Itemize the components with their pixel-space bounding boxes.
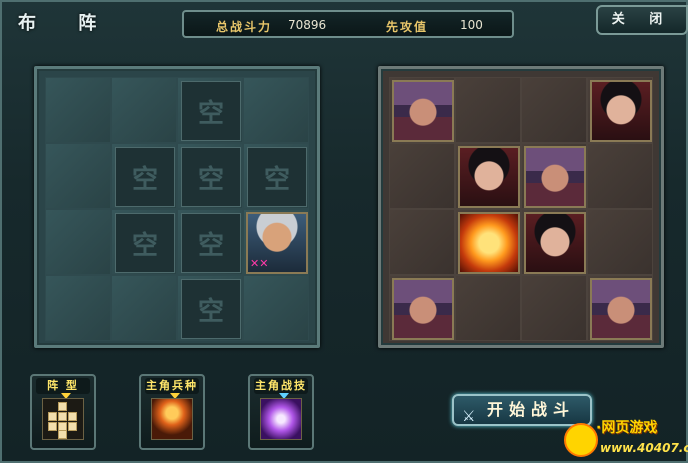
initiative-label: 先攻值 bbox=[386, 20, 429, 34]
empty-slot[interactable]: 空 bbox=[247, 147, 307, 207]
grid-cell[interactable]: 空 bbox=[177, 143, 243, 209]
grid-cell bbox=[521, 209, 587, 275]
grid-cell bbox=[243, 275, 309, 341]
grid-cell bbox=[455, 77, 521, 143]
grid-cell bbox=[111, 77, 177, 143]
hero-badge: ✕✕ bbox=[250, 257, 269, 270]
grid-cell bbox=[587, 77, 653, 143]
fire-demon-portrait bbox=[458, 212, 520, 274]
grid-cell bbox=[45, 275, 111, 341]
grid-cell bbox=[389, 275, 455, 341]
logo-line1: ·网页游戏 bbox=[596, 420, 658, 436]
grid-cell bbox=[389, 77, 455, 143]
masked-warrior-portrait bbox=[392, 80, 454, 142]
empty-slot[interactable]: 空 bbox=[181, 213, 241, 273]
logo-line2: www.40407.com bbox=[600, 441, 688, 455]
grid-cell[interactable]: 空 bbox=[177, 209, 243, 275]
hero-skill-button[interactable]: 主角战技 bbox=[248, 374, 314, 450]
empty-slot[interactable]: 空 bbox=[181, 81, 241, 141]
grid-cell bbox=[111, 275, 177, 341]
masked-warrior-portrait bbox=[524, 146, 586, 208]
formation-type-button[interactable]: 阵 型 bbox=[30, 374, 96, 450]
masked-girl-portrait bbox=[458, 146, 520, 208]
enemy-formation-grid bbox=[389, 77, 653, 341]
grid-cell bbox=[521, 275, 587, 341]
window-title: 布 阵 bbox=[18, 13, 115, 34]
empty-slot[interactable]: 空 bbox=[181, 147, 241, 207]
empty-slot[interactable]: 空 bbox=[115, 147, 175, 207]
grid-cell bbox=[587, 275, 653, 341]
power-label: 总战斗力 bbox=[216, 20, 273, 34]
grid-cell bbox=[45, 209, 111, 275]
grid-cell bbox=[455, 275, 521, 341]
empty-slot[interactable]: 空 bbox=[181, 279, 241, 339]
formation-window: 布 阵 总战斗力 70896 先攻值 100 关 闭 空 空 空 空 空 空 ✕… bbox=[0, 0, 688, 463]
stats-bar: 总战斗力 70896 先攻值 100 bbox=[182, 10, 514, 38]
hero-skill-label: 主角战技 bbox=[254, 378, 308, 394]
grid-cell[interactable]: 空 bbox=[111, 209, 177, 275]
grid-cell bbox=[455, 143, 521, 209]
close-button[interactable]: 关 闭 bbox=[596, 5, 688, 35]
masked-girl-portrait bbox=[590, 80, 652, 142]
grid-cell[interactable]: 空 bbox=[111, 143, 177, 209]
formation-grid-icon bbox=[42, 398, 84, 440]
grid-cell bbox=[455, 209, 521, 275]
formation-type-label: 阵 型 bbox=[36, 378, 90, 394]
grid-cell bbox=[389, 209, 455, 275]
sword-icon: ⚔ bbox=[462, 407, 476, 425]
empty-slot[interactable]: 空 bbox=[115, 213, 175, 273]
hero-portrait[interactable]: ✕✕ bbox=[246, 212, 308, 274]
grid-cell bbox=[521, 143, 587, 209]
hero-troop-label: 主角兵种 bbox=[145, 378, 199, 394]
hero-troop-button[interactable]: 主角兵种 bbox=[139, 374, 205, 450]
chick-mascot-icon bbox=[564, 423, 598, 457]
initiative-value: 100 bbox=[460, 18, 483, 32]
start-battle-label: 开始战斗 bbox=[486, 400, 575, 419]
player-formation-panel: 空 空 空 空 空 空 ✕✕ 空 bbox=[34, 66, 320, 348]
fire-soldier-icon bbox=[151, 398, 193, 440]
grid-cell bbox=[389, 143, 455, 209]
enemy-formation-panel bbox=[378, 66, 664, 348]
grid-cell bbox=[587, 143, 653, 209]
grid-cell bbox=[243, 77, 309, 143]
grid-cell[interactable]: ✕✕ bbox=[243, 209, 309, 275]
grid-cell bbox=[45, 143, 111, 209]
grid-cell bbox=[521, 77, 587, 143]
grid-cell[interactable]: 空 bbox=[177, 275, 243, 341]
grid-cell[interactable]: 空 bbox=[243, 143, 309, 209]
grid-cell bbox=[45, 77, 111, 143]
purple-skill-icon bbox=[260, 398, 302, 440]
masked-warrior-portrait bbox=[590, 278, 652, 340]
power-value: 70896 bbox=[288, 18, 327, 32]
site-logo: ·网页游戏 www.40407.com bbox=[564, 415, 688, 463]
player-formation-grid: 空 空 空 空 空 空 ✕✕ 空 bbox=[45, 77, 309, 341]
grid-cell[interactable]: 空 bbox=[177, 77, 243, 143]
masked-girl-portrait bbox=[524, 212, 586, 274]
grid-cell bbox=[587, 209, 653, 275]
masked-warrior-portrait bbox=[392, 278, 454, 340]
